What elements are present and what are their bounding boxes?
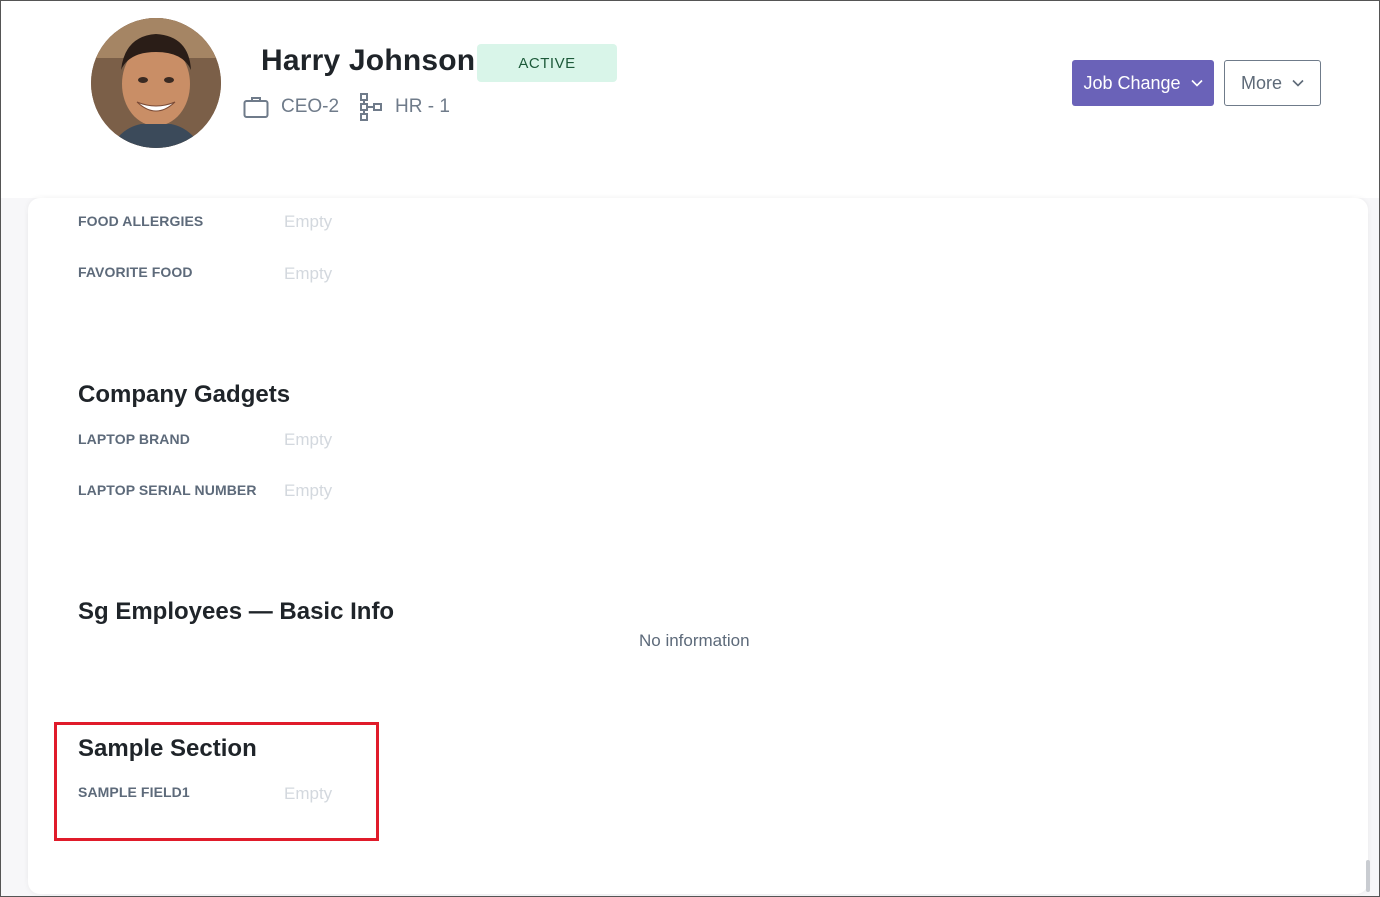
status-badge: ACTIVE bbox=[477, 44, 617, 82]
more-label: More bbox=[1240, 72, 1282, 93]
job-title: CEO-2 bbox=[243, 92, 339, 122]
briefcase-icon bbox=[243, 97, 269, 118]
job-title-text: CEO-2 bbox=[281, 96, 340, 117]
favorite-food-label: FAVORITE FOOD bbox=[78, 264, 193, 280]
laptop-brand-label: LAPTOP BRAND bbox=[78, 431, 190, 447]
department: HR - 1 bbox=[359, 92, 450, 122]
job-change-button[interactable]: Job Change bbox=[1072, 60, 1214, 106]
company-gadgets-title: Company Gadgets bbox=[78, 381, 291, 408]
food-allergies-value[interactable]: Empty bbox=[284, 212, 332, 232]
job-change-label: Job Change bbox=[1083, 72, 1181, 93]
chevron-down-icon bbox=[1190, 79, 1203, 87]
department-text: HR - 1 bbox=[395, 96, 450, 117]
avatar bbox=[91, 18, 221, 148]
avatar-photo-icon bbox=[91, 18, 221, 148]
laptop-serial-value[interactable]: Empty bbox=[284, 481, 332, 501]
laptop-brand-value[interactable]: Empty bbox=[284, 430, 332, 450]
highlight-box bbox=[54, 722, 379, 841]
laptop-serial-label: LAPTOP SERIAL NUMBER bbox=[78, 482, 257, 498]
more-button[interactable]: More bbox=[1224, 60, 1321, 106]
favorite-food-value[interactable]: Empty bbox=[284, 264, 332, 284]
profile-header: Harry Johnson ACTIVE CEO-2 HR - 1 Job Ch… bbox=[0, 0, 1380, 198]
food-allergies-label: FOOD ALLERGIES bbox=[78, 213, 204, 229]
sg-basic-info-title: Sg Employees — Basic Info bbox=[78, 598, 395, 625]
scrollbar[interactable] bbox=[1366, 860, 1370, 892]
chevron-down-icon bbox=[1292, 79, 1304, 87]
org-chart-icon bbox=[360, 93, 382, 121]
no-information-text: No information bbox=[639, 631, 750, 650]
employee-name: Harry Johnson bbox=[261, 44, 476, 77]
